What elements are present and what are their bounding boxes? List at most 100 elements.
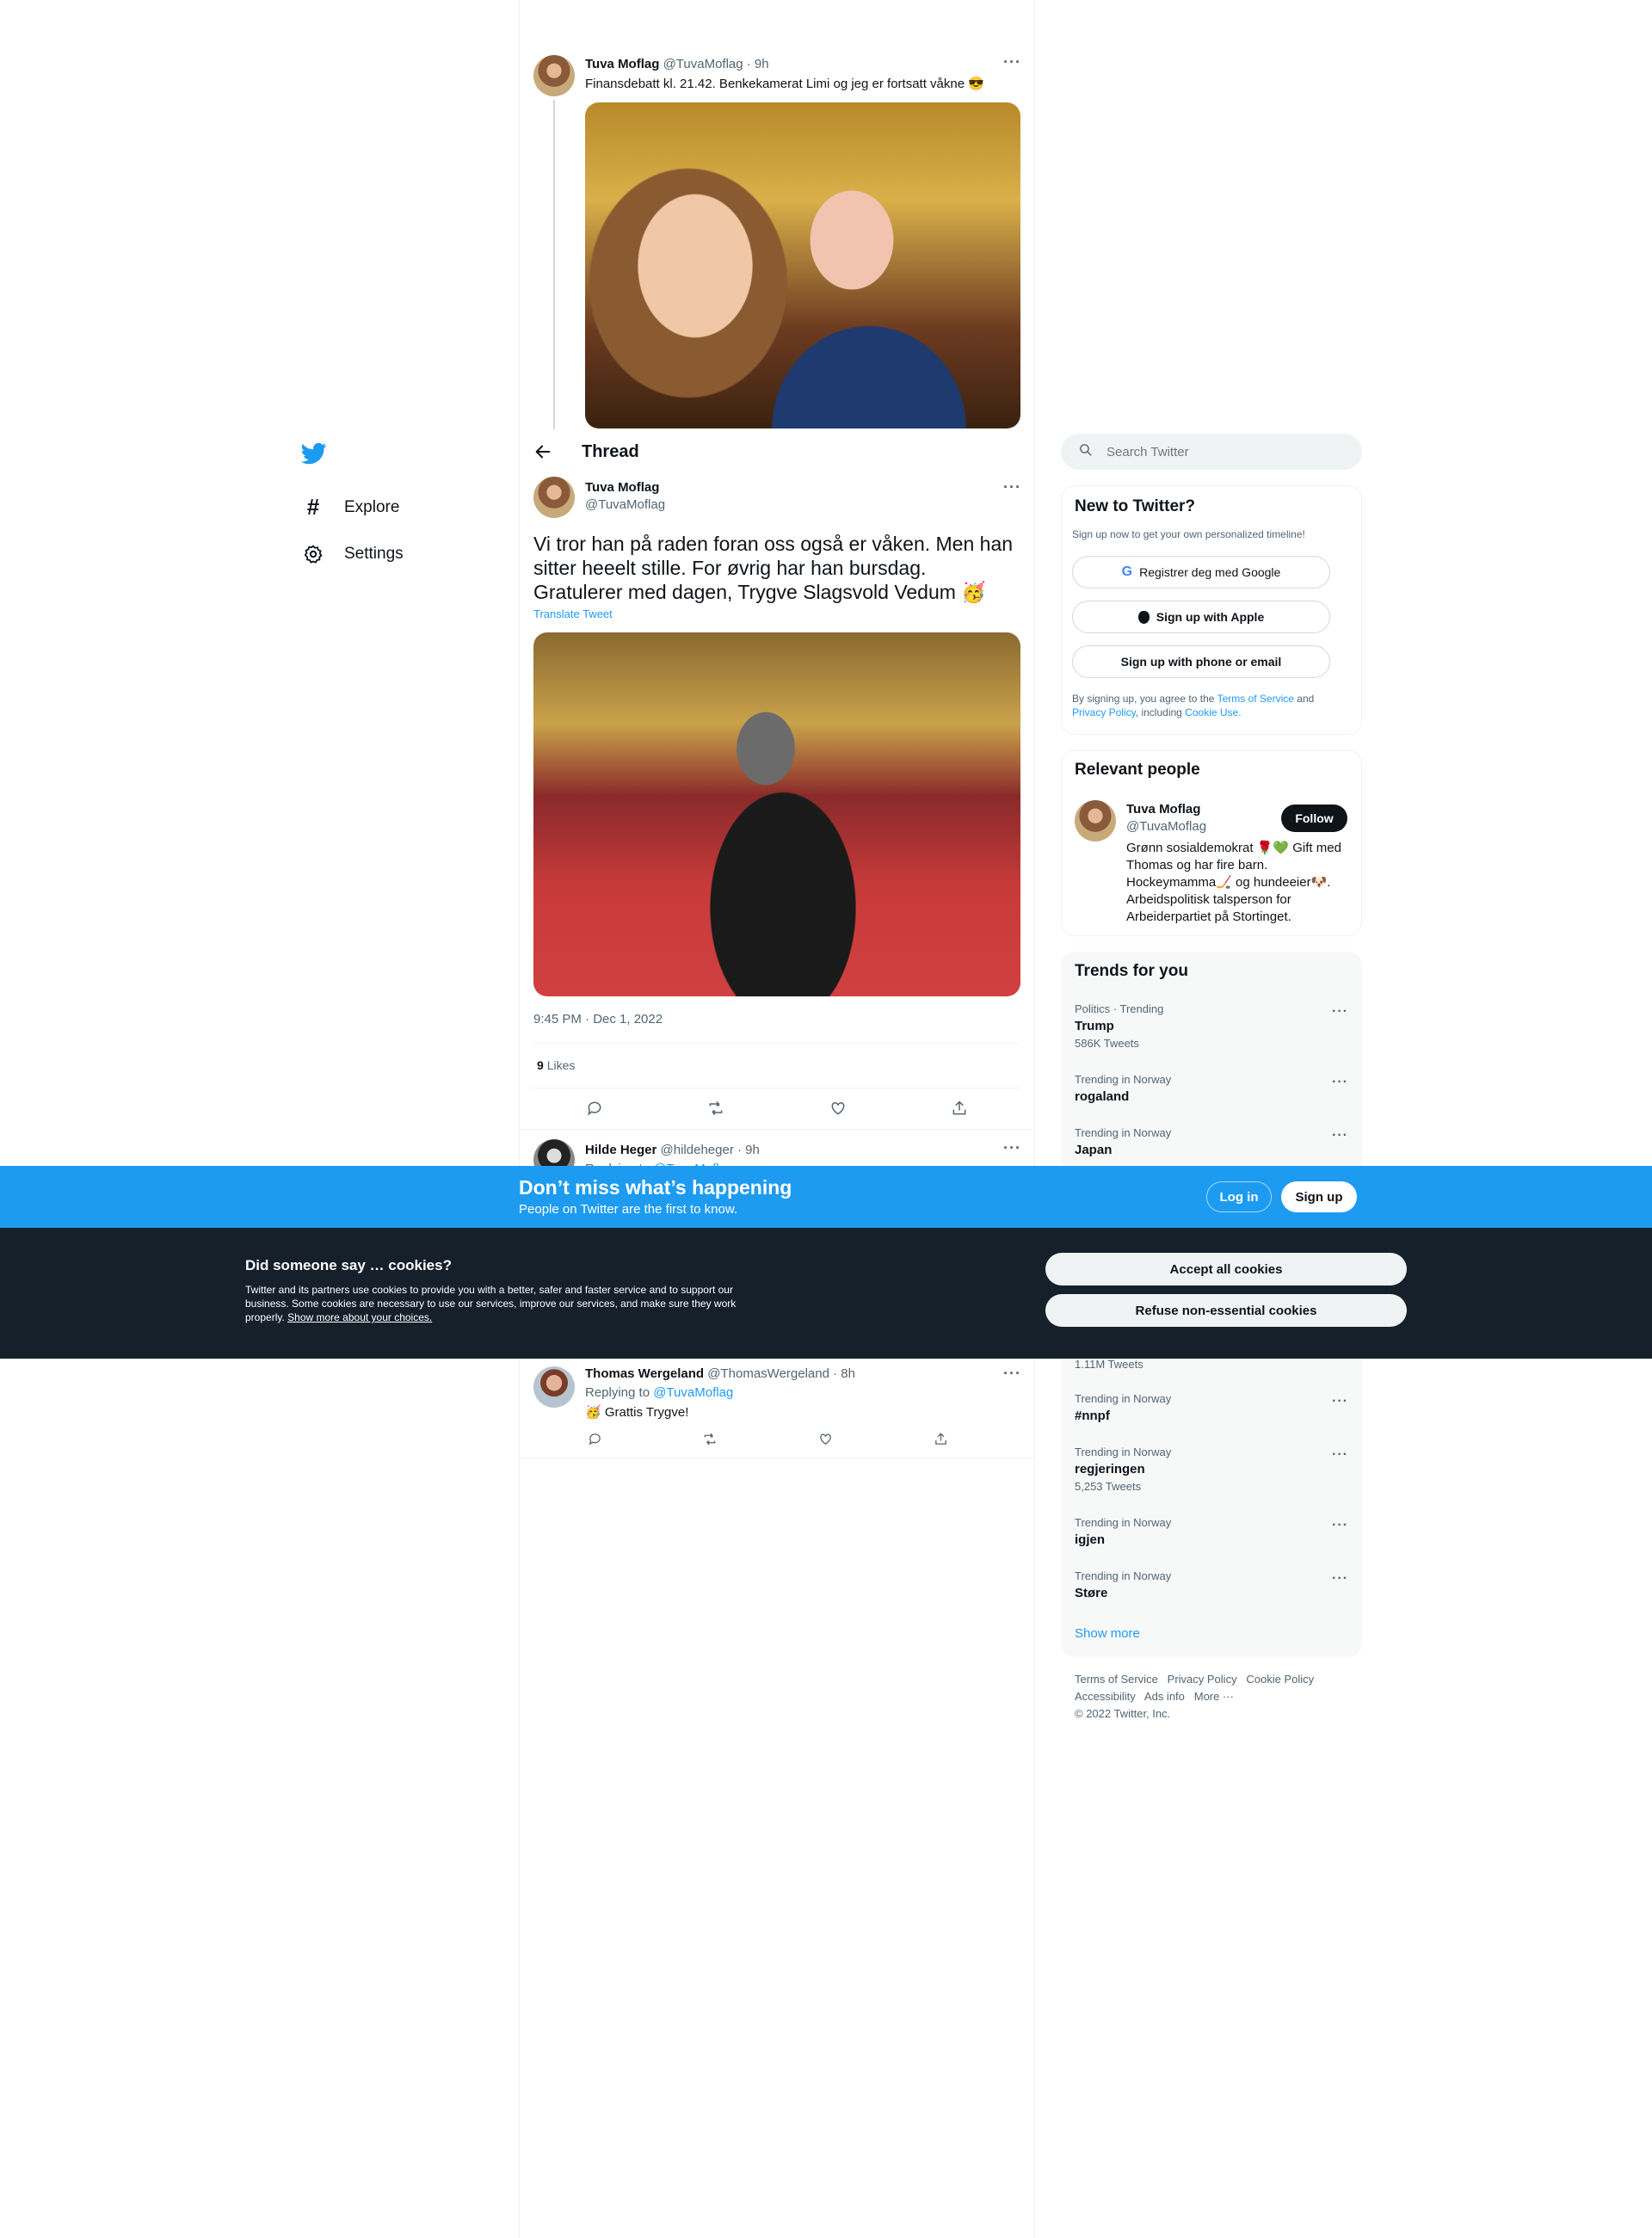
trend-item[interactable]: Trending in Norway regjeringen 5,253 Twe… bbox=[1075, 1446, 1348, 1493]
cookie-more-link[interactable]: Show more about your choices. bbox=[287, 1311, 432, 1323]
relevant-handle[interactable]: @TuvaMoflag bbox=[1126, 819, 1206, 834]
trend-category: Politics · Trending bbox=[1075, 1002, 1164, 1015]
apple-signup-label: Sign up with Apple bbox=[1156, 610, 1265, 624]
accept-cookies-button[interactable]: Accept all cookies bbox=[1045, 1253, 1407, 1285]
trend-count: 1.11M Tweets bbox=[1075, 1358, 1143, 1371]
nav-settings-label: Settings bbox=[344, 545, 404, 563]
tos-link[interactable]: Terms of Service bbox=[1217, 693, 1294, 705]
reply-more-icon[interactable]: ··· bbox=[1003, 1365, 1021, 1383]
likes-label: Likes bbox=[546, 1058, 576, 1072]
follow-button[interactable]: Follow bbox=[1281, 805, 1347, 832]
search-box[interactable] bbox=[1061, 434, 1362, 470]
apple-signup-button[interactable]: Sign up with Apple bbox=[1072, 601, 1330, 633]
main-tweet-actions bbox=[585, 1099, 969, 1118]
trend-category: Trending in Norway bbox=[1075, 1516, 1172, 1529]
main-column-right-border bbox=[1034, 0, 1035, 2238]
nav-settings[interactable]: Settings bbox=[301, 542, 404, 566]
trend-more-icon[interactable]: ··· bbox=[1332, 1571, 1348, 1587]
trend-more-icon[interactable]: ··· bbox=[1332, 1447, 1348, 1463]
footer-link[interactable]: Terms of Service bbox=[1075, 1673, 1158, 1686]
trend-item[interactable]: 1.11M Tweets bbox=[1075, 1358, 1348, 1371]
trend-item[interactable]: Trending in Norway Støre ··· bbox=[1075, 1569, 1348, 1600]
signup-title: New to Twitter? bbox=[1075, 497, 1196, 515]
banner-title: Don’t miss what’s happening bbox=[519, 1176, 792, 1199]
banner-subtitle: People on Twitter are the first to know. bbox=[519, 1202, 738, 1217]
parent-tweet-handle[interactable]: @TuvaMoflag · 9h bbox=[663, 57, 769, 71]
share-icon[interactable] bbox=[932, 1429, 951, 1448]
main-tweet-name[interactable]: Tuva Moflag bbox=[585, 480, 659, 495]
nav-explore[interactable]: # Explore bbox=[301, 494, 400, 521]
login-banner: Don’t miss what’s happening People on Tw… bbox=[0, 1166, 1652, 1228]
back-arrow-icon[interactable] bbox=[533, 442, 554, 463]
retweet-icon[interactable] bbox=[700, 1429, 719, 1448]
reply-name[interactable]: Thomas Wergeland bbox=[585, 1366, 704, 1381]
trends-title: Trends for you bbox=[1075, 962, 1188, 980]
divider bbox=[519, 1129, 1034, 1130]
trend-category: Trending in Norway bbox=[1075, 1392, 1172, 1405]
reply-handle[interactable]: @ThomasWergeland · 8h bbox=[707, 1366, 855, 1381]
login-button[interactable]: Log in bbox=[1206, 1181, 1272, 1212]
footer-link[interactable]: Privacy Policy bbox=[1168, 1673, 1237, 1686]
replying-prefix: Replying to bbox=[585, 1385, 650, 1400]
trend-item[interactable]: Trending in Norway Japan ··· bbox=[1075, 1126, 1348, 1157]
search-input[interactable] bbox=[1106, 444, 1330, 459]
phone-signup-button[interactable]: Sign up with phone or email bbox=[1072, 645, 1330, 678]
reply-actions bbox=[585, 1429, 951, 1448]
main-tweet-more-icon[interactable]: ··· bbox=[1003, 478, 1021, 496]
parent-tweet-avatar[interactable] bbox=[533, 55, 575, 96]
reply-text: 🥳 Grattis Trygve! bbox=[585, 1405, 689, 1420]
translate-tweet-link[interactable]: Translate Tweet bbox=[533, 607, 613, 620]
trend-more-icon[interactable]: ··· bbox=[1332, 1004, 1348, 1020]
trend-more-icon[interactable]: ··· bbox=[1332, 1075, 1348, 1090]
relevant-avatar[interactable] bbox=[1075, 800, 1116, 842]
like-icon[interactable] bbox=[829, 1099, 848, 1118]
reply-icon[interactable] bbox=[585, 1099, 604, 1118]
reply-more-icon[interactable]: ··· bbox=[1003, 1139, 1021, 1157]
trend-name: regjeringen bbox=[1075, 1462, 1145, 1477]
main-tweet-timestamp[interactable]: 9:45 PM · Dec 1, 2022 bbox=[533, 1012, 663, 1027]
footer-link[interactable]: More ··· bbox=[1194, 1690, 1234, 1703]
parent-tweet-more-icon[interactable]: ··· bbox=[1003, 53, 1021, 71]
parent-tweet-photo[interactable] bbox=[585, 102, 1020, 428]
reply-replying-to: Replying to @TuvaMoflag bbox=[585, 1385, 733, 1400]
replying-to-link[interactable]: @TuvaMoflag bbox=[653, 1385, 733, 1400]
footer-link[interactable]: Ads info bbox=[1144, 1690, 1185, 1703]
trend-item[interactable]: Trending in Norway #nnpf ··· bbox=[1075, 1392, 1348, 1423]
twitter-logo-icon[interactable] bbox=[300, 441, 329, 468]
main-tweet-photo[interactable] bbox=[533, 632, 1020, 996]
google-signup-button[interactable]: G Registrer deg med Google bbox=[1072, 556, 1330, 589]
share-icon[interactable] bbox=[950, 1099, 969, 1118]
reply-name[interactable]: Hilde Heger bbox=[585, 1143, 656, 1157]
divider bbox=[533, 1043, 1020, 1044]
parent-tweet-name[interactable]: Tuva Moflag bbox=[585, 57, 659, 71]
trend-more-icon[interactable]: ··· bbox=[1332, 1518, 1348, 1533]
trend-item[interactable]: Trending in Norway igjen ··· bbox=[1075, 1516, 1348, 1547]
main-tweet-avatar[interactable] bbox=[533, 477, 575, 518]
trend-item[interactable]: Politics · Trending Trump 586K Tweets ··… bbox=[1075, 1002, 1348, 1050]
main-tweet-handle[interactable]: @TuvaMoflag bbox=[585, 497, 665, 512]
reply-icon[interactable] bbox=[585, 1429, 604, 1448]
trend-count: 5,253 Tweets bbox=[1075, 1480, 1142, 1493]
refuse-cookies-button[interactable]: Refuse non-essential cookies bbox=[1045, 1294, 1407, 1327]
likes-count: 9 bbox=[537, 1058, 544, 1072]
trend-more-icon[interactable]: ··· bbox=[1332, 1394, 1348, 1409]
trend-more-icon[interactable]: ··· bbox=[1332, 1128, 1348, 1144]
footer-link[interactable]: Accessibility bbox=[1075, 1690, 1136, 1703]
retweet-icon[interactable] bbox=[706, 1099, 725, 1118]
reply-header: Hilde Heger @hildeheger · 9h bbox=[585, 1143, 760, 1157]
google-icon: G bbox=[1121, 564, 1133, 579]
show-more-link[interactable]: Show more bbox=[1075, 1626, 1140, 1641]
reply-handle[interactable]: @hildeheger · 9h bbox=[661, 1143, 760, 1157]
like-icon[interactable] bbox=[817, 1429, 835, 1448]
reply-avatar[interactable] bbox=[533, 1366, 575, 1408]
footer-link[interactable]: Cookie Policy bbox=[1246, 1673, 1314, 1686]
signup-button[interactable]: Sign up bbox=[1281, 1181, 1357, 1212]
likes-count-row[interactable]: 9 Likes bbox=[537, 1058, 575, 1072]
cookie-use-link[interactable]: Cookie Use. bbox=[1185, 706, 1241, 718]
cookie-consent-bar: Did someone say … cookies? Twitter and i… bbox=[0, 1228, 1652, 1359]
legal-text: By signing up, you agree to the bbox=[1072, 693, 1215, 705]
relevant-name[interactable]: Tuva Moflag bbox=[1126, 802, 1200, 817]
privacy-link[interactable]: Privacy Policy bbox=[1072, 706, 1136, 718]
trend-name: #nnpf bbox=[1075, 1409, 1110, 1423]
trend-item[interactable]: Trending in Norway rogaland ··· bbox=[1075, 1073, 1348, 1104]
